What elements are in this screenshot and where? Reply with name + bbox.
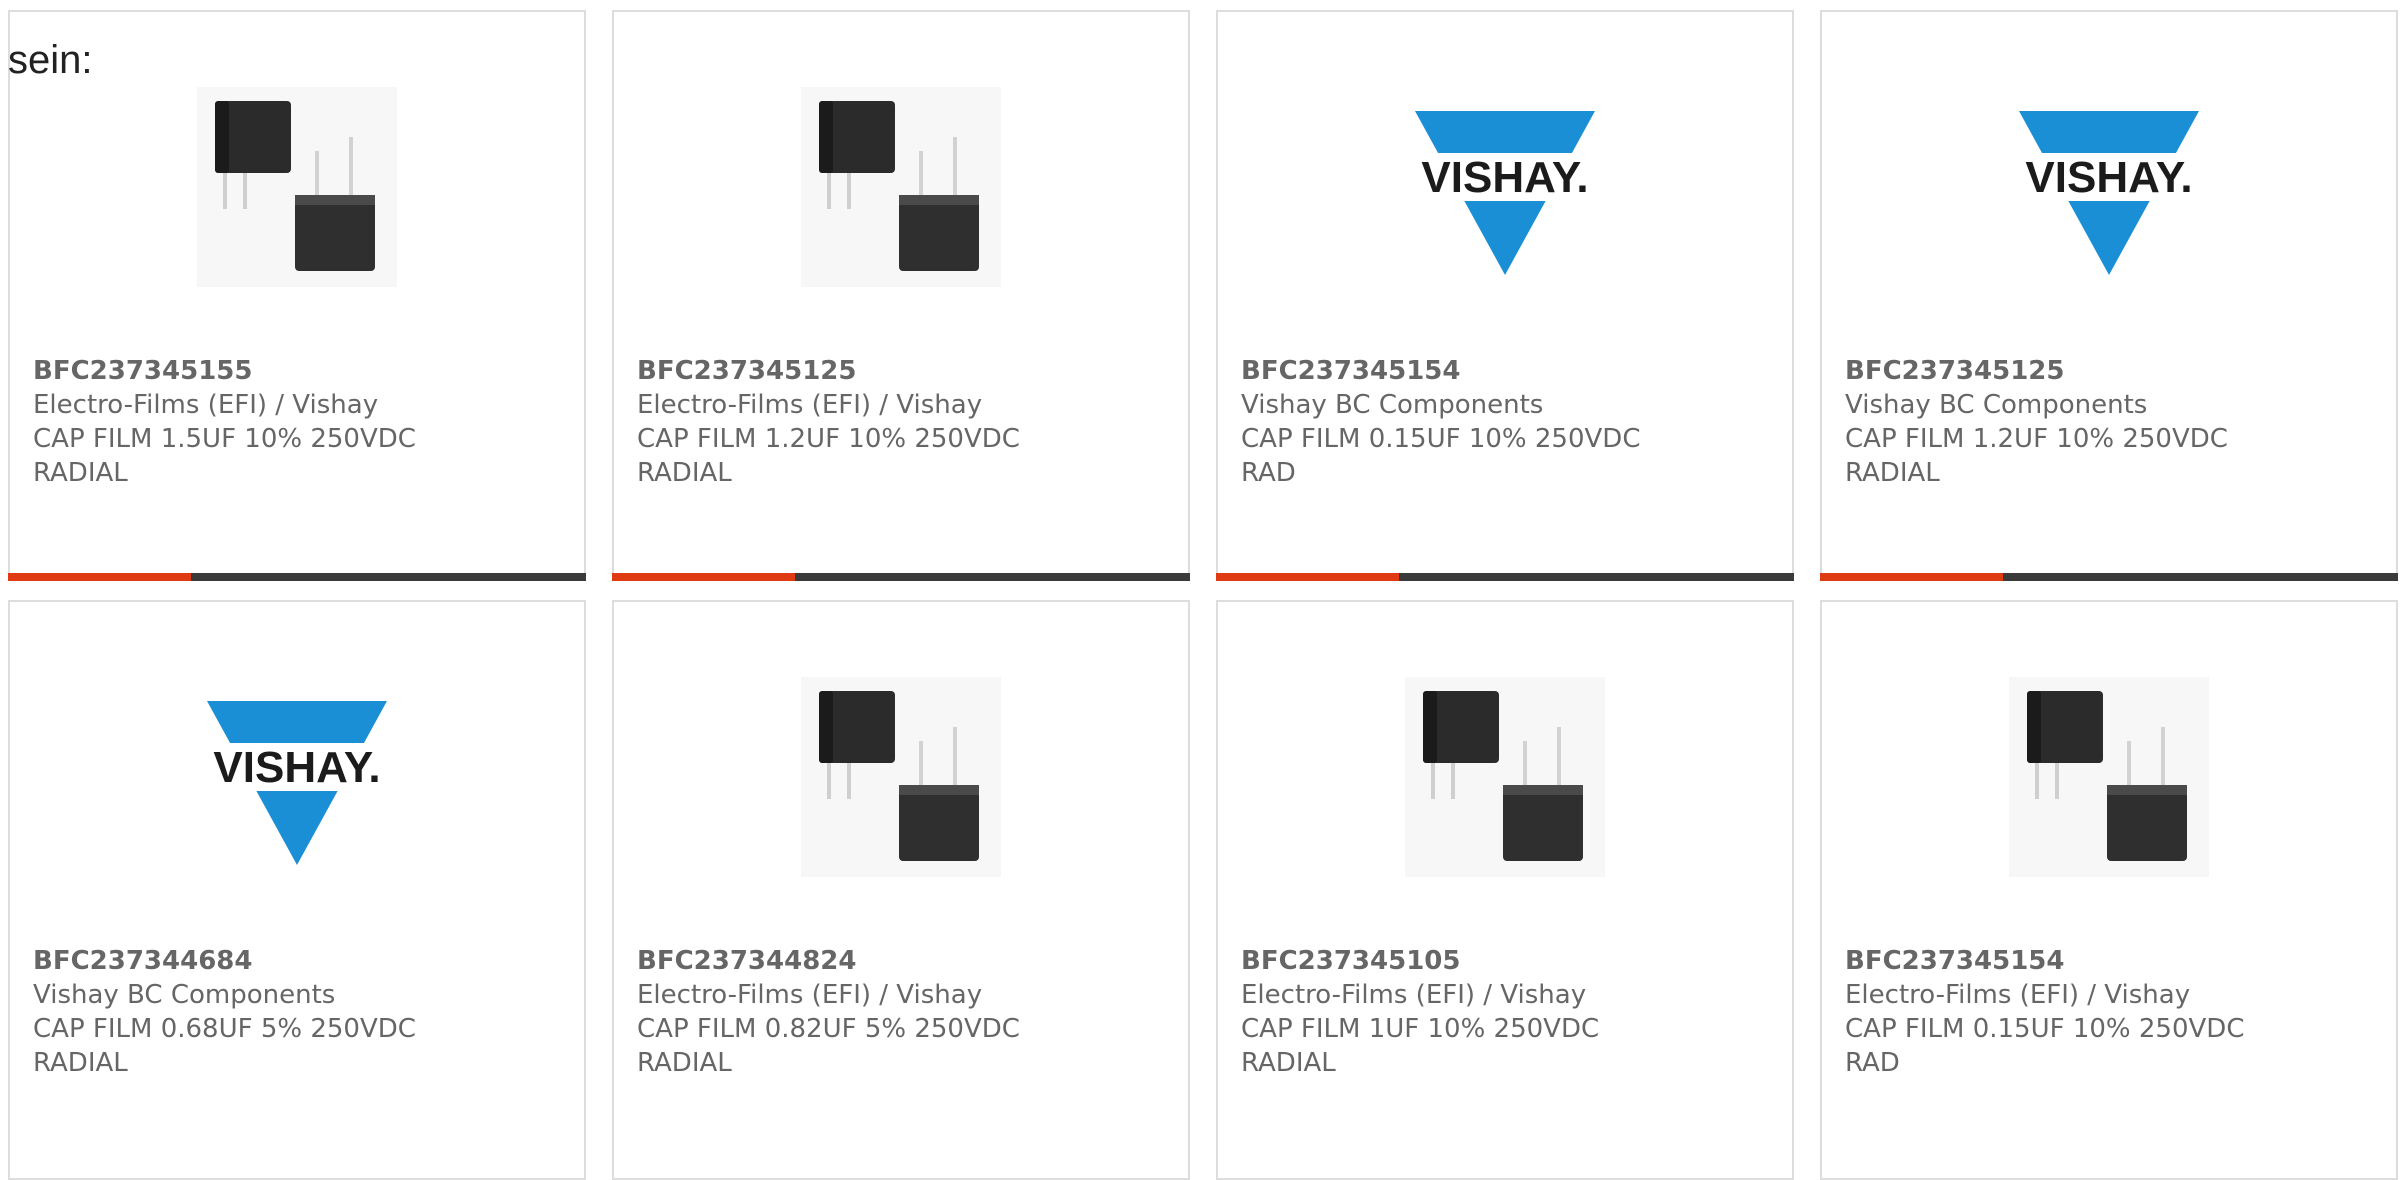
vishay-logo-icon: VISHAY. <box>1405 87 1605 287</box>
manufacturer: Electro-Films (EFI) / Vishay <box>637 980 983 1010</box>
package: RAD <box>1241 458 1296 488</box>
product-image[interactable]: VISHAY. <box>2009 87 2209 287</box>
package: RADIAL <box>637 458 732 488</box>
capacitor-photo-icon <box>197 87 397 287</box>
manufacturer: Electro-Films (EFI) / Vishay <box>637 390 983 420</box>
card-accent <box>1216 573 1399 581</box>
svg-text:VISHAY.: VISHAY. <box>2025 153 2192 202</box>
manufacturer: Electro-Films (EFI) / Vishay <box>1241 980 1587 1010</box>
svg-text:VISHAY.: VISHAY. <box>213 743 380 792</box>
vishay-logo-icon: VISHAY. <box>2009 87 2209 287</box>
product-card[interactable]: VISHAY. BFC237345125 Vishay BC Component… <box>1820 10 2398 581</box>
description: CAP FILM 0.82UF 5% 250VDC <box>637 1014 1020 1044</box>
product-card[interactable]: BFC237344824 Electro-Films (EFI) / Visha… <box>612 600 1190 1180</box>
product-image[interactable] <box>801 677 1001 877</box>
capacitor-photo-icon <box>1405 677 1605 877</box>
card-accent <box>1820 573 2003 581</box>
package: RADIAL <box>637 1048 732 1078</box>
intro-text: sein: <box>8 38 93 82</box>
package: RAD <box>1845 1048 1900 1078</box>
vishay-logo-icon: VISHAY. <box>197 677 397 877</box>
card-bottom-bar <box>1216 573 1794 581</box>
product-card[interactable]: BFC237345125 Electro-Films (EFI) / Visha… <box>612 10 1190 581</box>
part-number[interactable]: BFC237345155 <box>33 354 574 388</box>
product-card[interactable]: BFC237345105 Electro-Films (EFI) / Visha… <box>1216 600 1794 1180</box>
card-bottom-bar <box>1820 573 2398 581</box>
manufacturer: Electro-Films (EFI) / Vishay <box>1845 980 2191 1010</box>
description: CAP FILM 1.2UF 10% 250VDC <box>637 424 1020 454</box>
product-card[interactable]: VISHAY. BFC237345154 Vishay BC Component… <box>1216 10 1794 581</box>
capacitor-photo-icon <box>2009 677 2209 877</box>
product-image[interactable] <box>197 87 397 287</box>
manufacturer: Vishay BC Components <box>33 980 336 1010</box>
package: RADIAL <box>1241 1048 1336 1078</box>
manufacturer: Vishay BC Components <box>1845 390 2148 420</box>
part-number[interactable]: BFC237345125 <box>637 354 1178 388</box>
description: CAP FILM 1UF 10% 250VDC <box>1241 1014 1600 1044</box>
svg-text:VISHAY.: VISHAY. <box>1421 153 1588 202</box>
capacitor-photo-icon <box>801 677 1001 877</box>
description: CAP FILM 1.2UF 10% 250VDC <box>1845 424 2228 454</box>
card-accent <box>8 573 191 581</box>
package: RADIAL <box>1845 458 1940 488</box>
card-bottom-bar <box>8 573 586 581</box>
card-bottom-bar <box>612 573 1190 581</box>
product-image[interactable] <box>1405 677 1605 877</box>
part-number[interactable]: BFC237344824 <box>637 944 1178 978</box>
product-card[interactable]: BFC237345154 Electro-Films (EFI) / Visha… <box>1820 600 2398 1180</box>
description: CAP FILM 0.68UF 5% 250VDC <box>33 1014 416 1044</box>
description: CAP FILM 0.15UF 10% 250VDC <box>1241 424 1641 454</box>
package: RADIAL <box>33 458 128 488</box>
package: RADIAL <box>33 1048 128 1078</box>
product-card[interactable]: BFC237345155 Electro-Films (EFI) / Visha… <box>8 10 586 581</box>
part-number[interactable]: BFC237345105 <box>1241 944 1782 978</box>
product-image[interactable]: VISHAY. <box>1405 87 1605 287</box>
capacitor-photo-icon <box>801 87 1001 287</box>
part-number[interactable]: BFC237345125 <box>1845 354 2386 388</box>
card-accent <box>612 573 795 581</box>
product-card[interactable]: VISHAY. BFC237344684 Vishay BC Component… <box>8 600 586 1180</box>
manufacturer: Vishay BC Components <box>1241 390 1544 420</box>
part-number[interactable]: BFC237344684 <box>33 944 574 978</box>
part-number[interactable]: BFC237345154 <box>1241 354 1782 388</box>
product-image[interactable] <box>2009 677 2209 877</box>
product-image[interactable]: VISHAY. <box>197 677 397 877</box>
product-image[interactable] <box>801 87 1001 287</box>
description: CAP FILM 1.5UF 10% 250VDC <box>33 424 416 454</box>
description: CAP FILM 0.15UF 10% 250VDC <box>1845 1014 2245 1044</box>
manufacturer: Electro-Films (EFI) / Vishay <box>33 390 379 420</box>
part-number[interactable]: BFC237345154 <box>1845 944 2386 978</box>
